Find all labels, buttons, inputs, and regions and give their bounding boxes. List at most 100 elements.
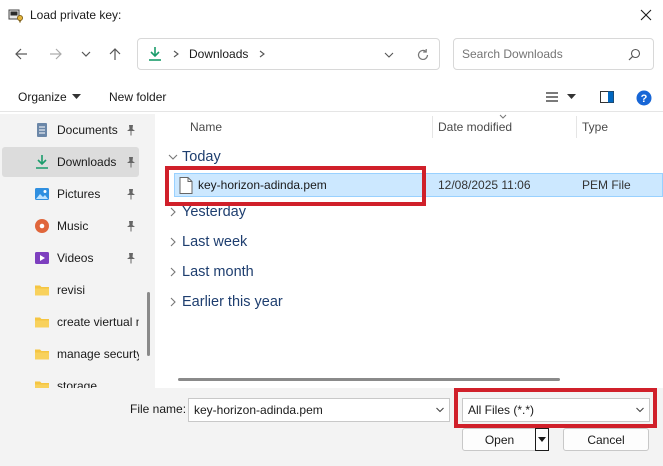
recent-locations-button[interactable] [74,42,98,66]
chevron-right-icon [170,237,176,247]
sidebar-item-videos[interactable]: Videos [2,243,139,273]
file-type: PEM File [582,178,631,192]
download-icon [149,47,161,61]
title-bar: Load private key: [0,0,663,30]
file-type-select[interactable]: All Files (*.*) [462,398,650,422]
horizontal-scrollbar[interactable] [178,378,560,381]
navigation-pane: Documents Downloads Pictures Music Video… [0,114,155,388]
column-divider[interactable] [576,116,577,138]
up-button[interactable] [103,42,127,66]
address-bar[interactable]: Downloads [137,38,440,70]
chevron-down-icon[interactable] [435,405,445,415]
column-header-type[interactable]: Type [582,120,608,134]
sidebar-item-create-viertual-m[interactable]: create viertual m [2,307,139,337]
search-icon [628,48,641,61]
video-icon [35,252,49,264]
back-button[interactable] [9,42,33,66]
view-options-button[interactable] [545,91,576,103]
chevron-down-icon [168,154,178,160]
cancel-label: Cancel [587,432,625,447]
sidebar-item-music[interactable]: Music [2,211,139,241]
file-type-value: All Files (*.*) [468,403,535,417]
sidebar-item-label: Documents [57,123,118,137]
file-name-combobox[interactable]: key-horizon-adinda.pem [188,398,450,422]
pin-icon [127,189,135,200]
close-icon [640,9,652,21]
cancel-button[interactable]: Cancel [563,428,649,451]
refresh-icon[interactable] [416,48,430,62]
group-label: Last month [182,264,254,280]
list-view-icon [546,92,558,102]
file-name: key-horizon-adinda.pem [198,178,327,192]
organize-button[interactable]: Organize [18,90,81,104]
column-divider[interactable] [432,116,433,138]
open-button[interactable]: Open [462,428,537,451]
caret-down-icon [71,94,81,99]
sidebar-item-label: manage securty [57,347,139,361]
download-icon [36,155,48,169]
file-name-value[interactable]: key-horizon-adinda.pem [194,403,323,417]
file-row[interactable]: key-horizon-adinda.pem 12/08/2025 11:06 … [174,173,663,197]
sidebar-item-label: revisi [57,283,86,297]
arrow-right-icon [50,48,62,60]
open-options-button[interactable] [535,428,549,451]
breadcrumb-downloads[interactable]: Downloads [189,47,248,61]
chevron-down-icon [81,51,91,57]
pin-icon [127,125,135,136]
file-date-modified: 12/08/2025 11:06 [438,178,531,192]
new-folder-button[interactable]: New folder [109,90,166,104]
arrow-up-icon [109,48,121,60]
chevron-right-icon [170,207,176,217]
search-input[interactable] [462,47,622,61]
preview-pane-button[interactable] [600,91,614,103]
column-header-date-modified[interactable]: Date modified [438,120,512,134]
group-label: Yesterday [182,204,246,220]
pin-icon [127,253,135,264]
group-label: Last week [182,234,248,250]
sidebar-item-label: Pictures [57,187,101,201]
sidebar-scrollbar[interactable] [147,292,150,356]
sidebar-item-label: Music [57,219,89,233]
picture-icon [35,188,49,200]
file-name-label: File name: [130,402,187,416]
folder-icon [35,317,49,328]
close-button[interactable] [635,4,657,26]
sidebar-item-pictures[interactable]: Pictures [2,179,139,209]
open-label: Open [484,432,515,447]
sidebar-item-storage[interactable]: storage [2,371,139,388]
address-dropdown-icon[interactable] [383,49,395,61]
chevron-right-icon [170,297,176,307]
file-dialog-footer: File name: key-horizon-adinda.pem All Fi… [0,388,663,466]
navigation-bar: Downloads [0,34,663,76]
sidebar-item-label: Videos [57,251,94,265]
caret-down-icon [538,437,546,442]
music-icon [35,219,49,233]
search-box[interactable] [453,38,654,70]
chevron-right-icon [170,267,176,277]
document-icon [37,123,47,137]
sidebar-item-manage-securty[interactable]: manage securty [2,339,139,369]
group-last-week[interactable]: Last week [166,234,247,250]
command-bar: Organize New folder ? [0,84,663,112]
caret-down-icon [567,94,576,99]
folder-icon [35,285,49,296]
group-today[interactable]: Today [166,149,221,165]
sidebar-item-revisi[interactable]: revisi [2,275,139,305]
sidebar-item-documents[interactable]: Documents [2,115,139,145]
organize-label: Organize [18,90,67,104]
group-last-month[interactable]: Last month [166,264,254,280]
forward-button[interactable] [44,42,68,66]
group-label: Today [182,149,221,165]
help-icon: ? [636,90,652,106]
help-button[interactable]: ? [636,90,652,106]
pin-icon [127,221,135,232]
group-earlier-this-year[interactable]: Earlier this year [166,294,283,310]
column-header-name[interactable]: Name [190,120,222,134]
file-icon [179,177,193,194]
group-yesterday[interactable]: Yesterday [166,204,246,220]
sidebar-item-downloads[interactable]: Downloads [2,147,139,177]
sidebar-item-label: storage [57,379,98,388]
breadcrumb-chevron-icon [260,50,266,58]
file-list: Name Date modified Type Today key-horizo… [158,114,663,388]
folder-icon [35,381,49,388]
